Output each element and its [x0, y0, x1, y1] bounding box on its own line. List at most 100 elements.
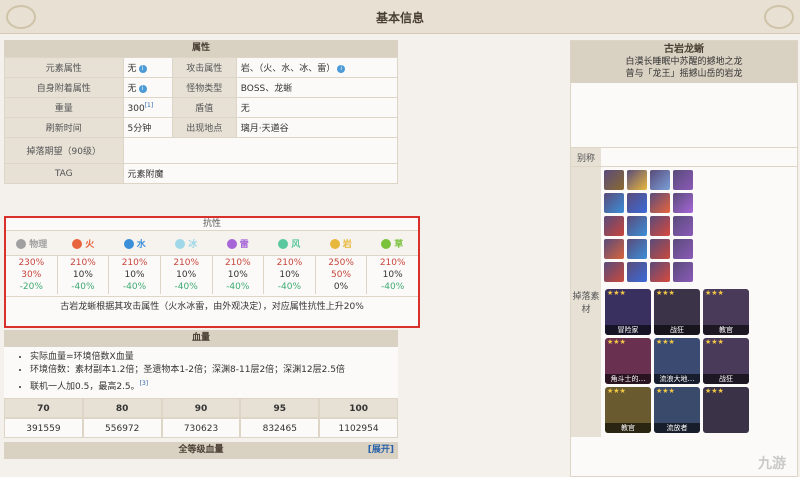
element-icon [123, 239, 134, 249]
resist-element-4: 雷 [212, 237, 264, 250]
resist-element-5: 风 [264, 237, 316, 250]
drop-item[interactable] [604, 193, 624, 213]
drop-card[interactable]: ★★★ 教官 [605, 387, 651, 433]
drop-item[interactable] [627, 193, 647, 213]
drop-item[interactable] [650, 216, 670, 236]
resistance-title: 抗性 [202, 219, 221, 229]
resist-element-0: 物理 [6, 237, 58, 250]
attributes-title: 属性 [4, 40, 398, 57]
monster-card: 古岩龙蜥 白漠长睡眠中苏醒的撼地之龙 曾与「龙王」摇撼山岳的岩龙 别称 掉落素材 ★… [570, 40, 798, 477]
drop-item[interactable] [627, 216, 647, 236]
drops-row: 掉落素材 ★★★ 冒险家 ★★★ 战狂 ★★★ 教官 ★★★ 角斗士的… ★★★ 流浪大地… ★★★… [571, 166, 797, 437]
attributes-panel: 属性 元素属性无 i 攻击属性 岩、（火、水、冰、雷） i 自身附着属性无 i 怪物类型 BO… [4, 40, 399, 184]
attr-value: 无 [235, 97, 399, 118]
drop-item[interactable] [673, 216, 693, 236]
drop-card[interactable]: ★★★ 冒险家 [605, 289, 651, 335]
drop-card[interactable]: ★★★ 战狂 [654, 289, 700, 335]
resistance-values: 230% 30% -20% 210% 10% -40% 210% 10% -40% 210% 10%… [6, 256, 418, 294]
drop-item[interactable] [650, 262, 670, 282]
list-item: 环境倍数：素材副本1.2倍；圣遗物本1-2倍；深渊8-11层2倍；深渊12层2.… [30, 364, 394, 377]
info-icon[interactable]: i [138, 84, 147, 93]
drop-item[interactable] [673, 262, 693, 282]
attr-key: 自身附着属性 [4, 77, 124, 98]
monster-desc: 曾与「龙王」摇撼山岳的岩龙 [625, 69, 743, 79]
info-icon[interactable]: i [337, 64, 346, 73]
list-item: 联机一人加0.5，最高2.5。[3] [30, 377, 394, 394]
drop-card[interactable]: ★★★ 战狂 [703, 338, 749, 384]
drop-card[interactable]: ★★★ [703, 387, 749, 433]
drop-card[interactable]: ★★★ 流放者 [654, 387, 700, 433]
drop-item[interactable] [650, 170, 670, 190]
attributes-table: 元素属性无 i 攻击属性 岩、（火、水、冰、雷） i 自身附着属性无 i 怪物类型 BOSS、… [4, 57, 399, 184]
element-icon [329, 239, 340, 249]
resistance-note: 古岩龙蜥根据其攻击属性（火水冰雷，由外观决定），对应属性抗性上升20% [6, 296, 418, 316]
drop-card[interactable]: ★★★ 教官 [703, 289, 749, 335]
level-cell: 70 [4, 398, 83, 418]
resist-col: 230% 30% -20% [6, 256, 58, 294]
attr-value: 元素附魔 [122, 163, 399, 184]
attr-key: 盾值 [171, 97, 237, 118]
hp-cell: 1102954 [319, 418, 398, 438]
drop-item[interactable] [604, 170, 624, 190]
attr-value: 300[1] [122, 97, 173, 118]
resist-col: 210% 10% -40% [379, 258, 406, 292]
attr-key: 刷新时间 [4, 117, 124, 138]
level-cell: 100 [319, 398, 398, 418]
resist-element-3: 冰 [161, 237, 213, 250]
level-value-row: 391559 556972 730623 832465 1102954 [4, 418, 398, 438]
hp-notes: 实际血量=环境倍数X血量 环境倍数：素材副本1.2倍；圣遗物本1-2倍；深渊8-… [4, 347, 398, 398]
monster-portrait [654, 87, 714, 143]
attr-value: 5分钟 [122, 117, 173, 138]
monster-name: 古岩龙蜥 [664, 44, 704, 55]
element-icon [175, 239, 186, 249]
ref-link[interactable]: [1] [145, 102, 154, 109]
level-cell: 95 [240, 398, 320, 418]
alias-row: 别称 [571, 147, 797, 166]
drop-item[interactable] [650, 239, 670, 259]
hp-cell: 832465 [240, 418, 320, 438]
attr-value [122, 137, 399, 164]
attr-value: 无i [122, 77, 173, 98]
attr-key: 元素属性 [4, 57, 124, 78]
level-header-row: 70 80 90 95 100 [4, 398, 398, 418]
resist-col: 210% 10% -40% [58, 256, 110, 294]
attr-key: 出现地点 [171, 117, 237, 138]
attr-value: BOSS、龙蜥 [235, 77, 399, 98]
list-item: 实际血量=环境倍数X血量 [30, 351, 394, 364]
drop-item[interactable] [604, 216, 624, 236]
drop-item[interactable] [627, 262, 647, 282]
section-header: 基本信息 [0, 0, 800, 34]
resist-col: 210% 10% -40% [213, 256, 265, 294]
resist-col: 210% 10% -40% [161, 256, 213, 294]
drop-card[interactable]: ★★★ 流浪大地… [654, 338, 700, 384]
element-icon [16, 239, 27, 249]
element-icon [381, 239, 392, 249]
hp-cell: 391559 [4, 418, 83, 438]
drop-item[interactable] [673, 239, 693, 259]
attr-value: 璃月·天遒谷 [235, 117, 399, 138]
drop-item[interactable] [627, 170, 647, 190]
drop-item[interactable] [604, 262, 624, 282]
drop-cards: ★★★ 冒险家 ★★★ 战狂 ★★★ 教官 ★★★ 角斗士的… ★★★ 流浪大地… ★★★ 战狂 ★★★… [601, 285, 753, 437]
element-icon [226, 239, 237, 249]
drop-item[interactable] [604, 239, 624, 259]
ref-link[interactable]: [3] [140, 380, 149, 387]
drop-item[interactable] [673, 193, 693, 213]
resist-col: 210% 10% -40% [264, 256, 316, 294]
resist-element-1: 火 [58, 237, 110, 250]
ornament-right-icon [764, 5, 794, 29]
hp-panel: 血量 实际血量=环境倍数X血量 环境倍数：素材副本1.2倍；圣遗物本1-2倍；深… [4, 330, 398, 459]
drop-item[interactable] [650, 193, 670, 213]
expand-button[interactable]: [展开] [368, 442, 394, 459]
info-icon[interactable]: i [138, 64, 147, 73]
level-cell: 90 [161, 398, 241, 418]
hp-title: 血量 [4, 330, 398, 347]
attr-key: 攻击属性 [171, 57, 237, 78]
monster-desc: 白漠长睡眠中苏醒的撼地之龙 [625, 57, 743, 67]
element-icon [72, 239, 83, 249]
all-level-hp: 全等级血量 [展开] [4, 442, 398, 459]
level-cell: 80 [82, 398, 162, 418]
drop-item[interactable] [627, 239, 647, 259]
drop-item[interactable] [673, 170, 693, 190]
drop-card[interactable]: ★★★ 角斗士的… [605, 338, 651, 384]
